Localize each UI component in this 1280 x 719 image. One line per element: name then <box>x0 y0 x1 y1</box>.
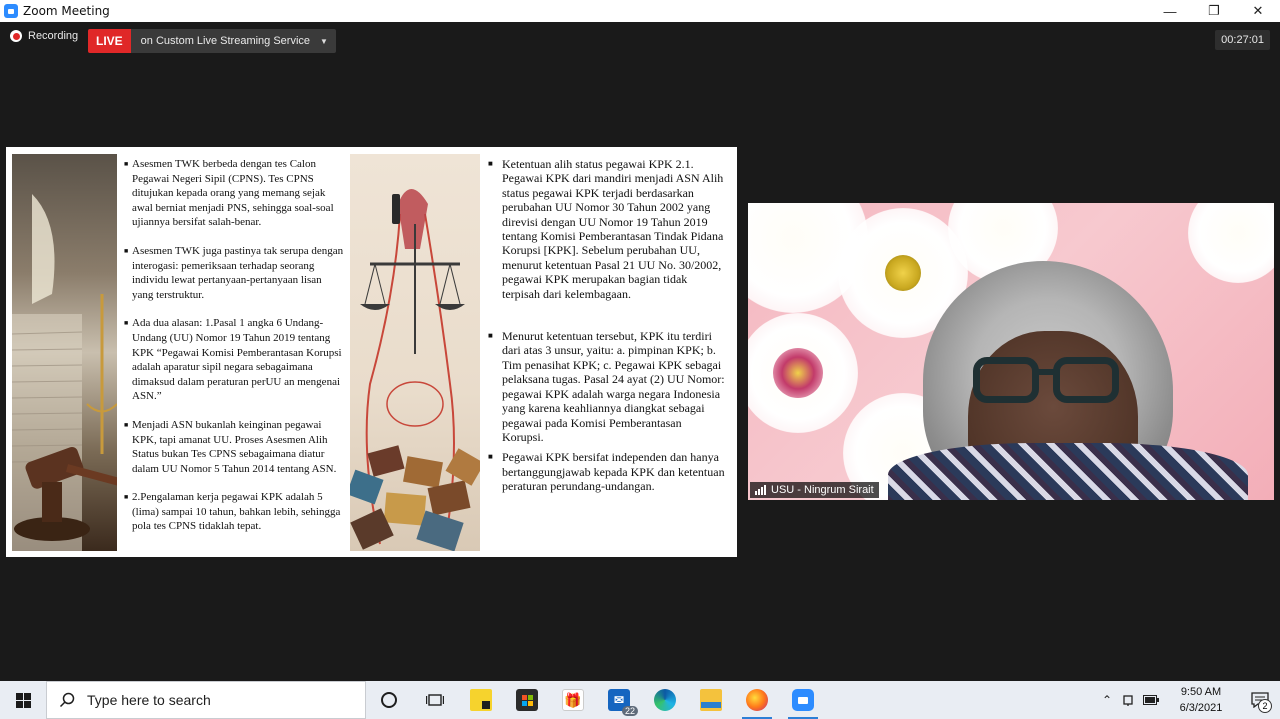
slide-bullet: ■ Pegawai KPK bersifat independen dan han… <box>488 450 725 494</box>
zoom-app-icon <box>4 4 18 18</box>
notification-count: 2 <box>1258 699 1272 713</box>
live-badge: LIVE <box>88 29 131 53</box>
file-explorer-app[interactable] <box>688 681 734 719</box>
clock-time: 9:50 AM <box>1180 686 1222 698</box>
action-center-button[interactable]: 2 <box>1240 681 1280 719</box>
slide-bullet: ■ Asesmen TWK berbeda dengan tes Calon Pe… <box>124 158 334 229</box>
meet-now-icon[interactable] <box>1118 681 1140 719</box>
gift-app[interactable]: 🎁 <box>550 681 596 719</box>
signal-strength-icon <box>755 485 766 495</box>
firefox-icon <box>746 689 768 711</box>
cortana-button[interactable] <box>366 681 412 719</box>
flower-center <box>885 255 921 291</box>
slide-right-column: ■ Ketentuan alih status pegawai KPK 2.1. … <box>488 157 726 522</box>
mail-app[interactable]: ✉ 22 <box>596 681 642 719</box>
minimize-button[interactable]: — <box>1148 0 1192 22</box>
taskbar-search-box[interactable]: Type here to search <box>46 681 366 719</box>
search-placeholder: Type here to search <box>87 692 211 708</box>
slide-left-column: ■ Asesmen TWK berbeda dengan tes Calon Pe… <box>124 157 344 548</box>
gift-icon: 🎁 <box>562 689 584 711</box>
participant-clothing <box>888 443 1248 500</box>
recording-indicator[interactable]: Recording <box>10 30 78 42</box>
slide-bullet: ■ Asesmen TWK juga pastinya tak serupa de… <box>124 244 344 301</box>
windows-logo-icon <box>15 692 31 708</box>
task-view-button[interactable] <box>412 681 458 719</box>
chevron-down-icon: ▼ <box>320 36 328 46</box>
participant-name: USU - Ningrum Sirait <box>771 484 874 496</box>
slide-bullet: ■ Menurut ketentuan tersebut, KPK itu ter… <box>488 329 725 444</box>
firefox-app[interactable] <box>734 681 780 719</box>
slide-bullet: ■ Menjadi ASN bukanlah keinginan pegawai … <box>124 418 337 475</box>
gavel-books-image <box>12 154 117 551</box>
zoom-app[interactable] <box>780 681 826 719</box>
flower-center <box>773 348 823 398</box>
battery-icon[interactable] <box>1140 681 1162 719</box>
edge-browser-app[interactable] <box>642 681 688 719</box>
cortana-icon <box>381 692 397 708</box>
window-titlebar: Zoom Meeting — ❐ ✕ <box>0 0 1280 22</box>
justice-scale-illustration <box>350 154 480 551</box>
store-bag-icon <box>516 689 538 711</box>
live-service-label: on Custom Live Streaming Service <box>140 35 311 47</box>
window-controls: — ❐ ✕ <box>1148 0 1280 22</box>
meeting-area: Recording LIVE on Custom Live Streaming … <box>0 22 1280 681</box>
windows-taskbar: Type here to search 🎁 ✉ 22 ⌃ 9:50 AM 6/3… <box>0 681 1280 719</box>
recording-label: Recording <box>28 30 79 42</box>
close-button[interactable]: ✕ <box>1236 0 1280 22</box>
live-service-dropdown[interactable]: on Custom Live Streaming Service ▼ <box>130 29 336 53</box>
edge-icon <box>654 689 676 711</box>
system-tray: ⌃ 9:50 AM 6/3/2021 2 <box>1096 681 1280 719</box>
folder-icon <box>700 689 722 711</box>
system-clock[interactable]: 9:50 AM 6/3/2021 <box>1162 684 1240 716</box>
chevron-up-icon[interactable]: ⌃ <box>1096 681 1118 719</box>
clock-date: 6/3/2021 <box>1179 702 1223 714</box>
window-title: Zoom Meeting <box>23 4 110 18</box>
restore-button[interactable]: ❐ <box>1192 0 1236 22</box>
mail-badge: 22 <box>621 706 638 716</box>
sticky-notes-icon <box>470 689 492 711</box>
participant-video-tile[interactable]: USU - Ningrum Sirait <box>748 203 1274 500</box>
slide-bullet: ■ 2.Pengalaman kerja pegawai KPK adalah 5… <box>124 491 341 533</box>
zoom-icon <box>792 689 814 711</box>
slide-bullet: ■ Ketentuan alih status pegawai KPK 2.1. … <box>488 157 724 301</box>
shared-slide: ■ Asesmen TWK berbeda dengan tes Calon Pe… <box>6 147 737 557</box>
search-icon <box>59 692 75 708</box>
sticky-notes-app[interactable] <box>458 681 504 719</box>
participant-name-tag: USU - Ningrum Sirait <box>750 482 879 498</box>
store-app[interactable] <box>504 681 550 719</box>
task-view-icon <box>426 694 444 706</box>
meeting-timer: 00:27:01 <box>1215 30 1270 50</box>
slide-bullet: ■ Ada dua alasan: 1.Pasal 1 angka 6 Undan… <box>124 317 342 403</box>
start-button[interactable] <box>0 681 46 719</box>
live-stream-control[interactable]: LIVE on Custom Live Streaming Service ▼ <box>88 29 336 53</box>
record-icon <box>10 30 22 42</box>
flower-image <box>1188 203 1274 283</box>
